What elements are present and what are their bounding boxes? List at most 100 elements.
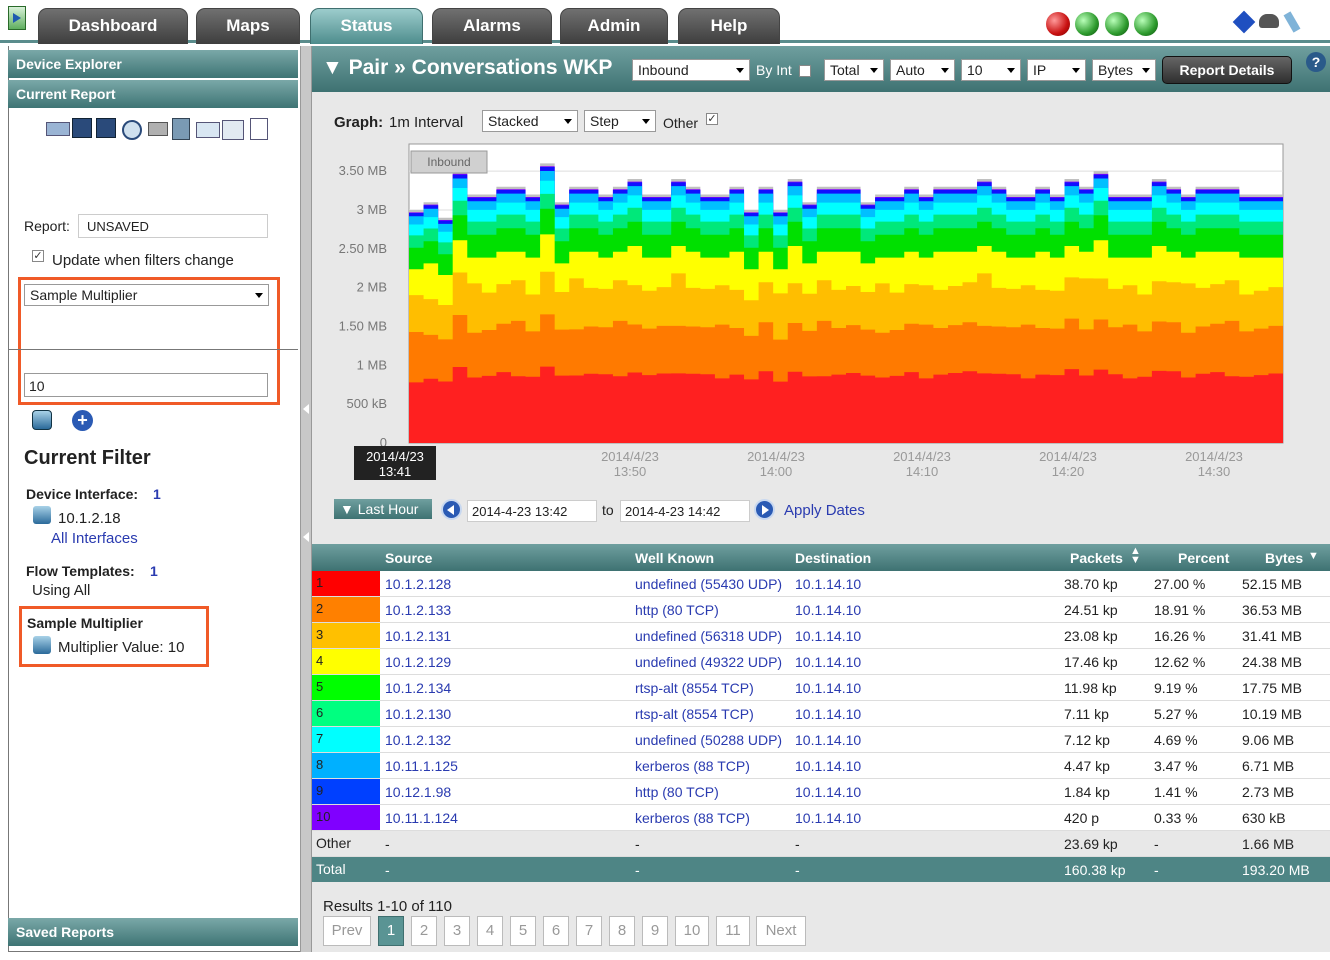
destination-cell[interactable]: 10.1.14.10 [795, 732, 861, 748]
delete-filter-icon[interactable] [32, 410, 52, 430]
page-button[interactable]: 6 [543, 916, 569, 946]
apply-dates-link[interactable]: Apply Dates [784, 502, 865, 519]
auto-select[interactable]: Auto [890, 59, 955, 81]
well-known-cell[interactable]: http (80 TCP) [635, 602, 719, 618]
source-cell[interactable]: 10.1.2.133 [385, 602, 451, 618]
table-row[interactable]: 2 10.1.2.133 http (80 TCP) 10.1.14.10 24.51 … [312, 597, 1330, 623]
well-known-cell[interactable]: kerberos (88 TCP) [635, 758, 750, 774]
destination-cell[interactable]: 10.1.14.10 [795, 706, 861, 722]
info-icon[interactable] [1232, 10, 1256, 34]
from-date-input[interactable]: 2014-4-23 13:42 [467, 500, 597, 522]
table-row[interactable]: 4 10.1.2.129 undefined (49322 UDP) 10.1.14.… [312, 649, 1330, 675]
tab-admin[interactable]: Admin [560, 8, 668, 44]
tab-maps[interactable]: Maps [196, 8, 300, 44]
table-row[interactable]: 3 10.1.2.131 undefined (56318 UDP) 10.1.14.… [312, 623, 1330, 649]
device-explorer-header[interactable]: Device Explorer [8, 50, 298, 78]
source-cell[interactable]: 10.1.2.129 [385, 654, 451, 670]
destination-cell[interactable]: 10.1.14.10 [795, 680, 861, 696]
count-select[interactable]: 10 [961, 59, 1021, 81]
multiplier-input[interactable]: 10 [24, 373, 268, 397]
sort-desc-icon[interactable]: ▼ [1308, 550, 1319, 562]
app-logo-icon[interactable] [8, 6, 26, 30]
status-light-green[interactable] [1105, 12, 1129, 36]
total-select[interactable]: Total [824, 59, 884, 81]
col-packets[interactable]: Packets [1070, 550, 1123, 566]
schedule-icon[interactable] [122, 120, 142, 140]
filter-type-select[interactable]: Sample Multiplier [24, 284, 269, 306]
status-light-green[interactable] [1075, 12, 1099, 36]
table-row[interactable]: 10 10.11.1.124 kerberos (88 TCP) 10.1.14.10… [312, 805, 1330, 831]
tab-help[interactable]: Help [678, 8, 780, 44]
last-hour-button[interactable]: ▼ Last Hour [334, 499, 432, 519]
current-report-header[interactable]: Current Report [8, 80, 298, 108]
well-known-cell[interactable]: rtsp-alt (8554 TCP) [635, 706, 754, 722]
col-well-known[interactable]: Well Known [635, 550, 714, 566]
flow-templates-count[interactable]: 1 [150, 563, 158, 579]
well-known-cell[interactable]: http (80 TCP) [635, 784, 719, 800]
col-percent[interactable]: Percent [1178, 550, 1229, 566]
page-button[interactable]: 2 [411, 916, 437, 946]
well-known-cell[interactable]: undefined (56318 UDP) [635, 628, 782, 644]
pdf-icon[interactable] [250, 118, 268, 140]
by-int-checkbox[interactable] [799, 65, 811, 77]
direction-select[interactable]: Inbound [632, 59, 750, 81]
source-cell[interactable]: 10.1.2.132 [385, 732, 451, 748]
panel-splitter[interactable] [300, 46, 312, 952]
destination-cell[interactable]: 10.1.14.10 [795, 654, 861, 670]
report-details-button[interactable]: Report Details [1162, 56, 1292, 84]
tools-icon[interactable] [1283, 11, 1301, 33]
total-row[interactable]: Total - - - 160.38 kp - 193.20 MB [312, 857, 1330, 883]
graph-style-select[interactable]: Step [584, 110, 656, 132]
page-button[interactable]: 1 [378, 916, 404, 946]
collapse-arrow-icon[interactable] [303, 404, 309, 414]
next-button[interactable]: Next [756, 916, 806, 946]
binoculars-icon[interactable] [1259, 14, 1279, 28]
destination-cell[interactable]: 10.1.14.10 [795, 628, 861, 644]
save-as-icon[interactable] [96, 118, 116, 138]
other-row[interactable]: Other - - - 23.69 kp - 1.66 MB [312, 831, 1330, 857]
prev-button[interactable]: Prev [323, 916, 371, 946]
col-bytes[interactable]: Bytes [1265, 550, 1303, 566]
table-row[interactable]: 6 10.1.2.130 rtsp-alt (8554 TCP) 10.1.14.10… [312, 701, 1330, 727]
col-source[interactable]: Source [385, 550, 432, 566]
next-range-icon[interactable] [754, 499, 775, 520]
well-known-cell[interactable]: undefined (55430 UDP) [635, 576, 782, 592]
page-button[interactable]: 7 [576, 916, 602, 946]
export-icon[interactable] [172, 118, 190, 140]
page-button[interactable]: 3 [444, 916, 470, 946]
page-button[interactable]: 4 [477, 916, 503, 946]
page-button[interactable]: 8 [609, 916, 635, 946]
saved-reports-header[interactable]: Saved Reports [8, 918, 298, 946]
col-destination[interactable]: Destination [795, 550, 871, 566]
bytes-select[interactable]: Bytes [1092, 59, 1156, 81]
page-button[interactable]: 10 [675, 916, 709, 946]
table-row[interactable]: 8 10.11.1.125 kerberos (88 TCP) 10.1.14.10 4… [312, 753, 1330, 779]
well-known-cell[interactable]: undefined (50288 UDP) [635, 732, 782, 748]
table-icon[interactable] [196, 122, 220, 138]
table-row[interactable]: 9 10.12.1.98 http (80 TCP) 10.1.14.10 1.84 k… [312, 779, 1330, 805]
collapse-arrow-icon[interactable] [303, 532, 309, 542]
page-button[interactable]: 9 [642, 916, 668, 946]
source-cell[interactable]: 10.1.2.130 [385, 706, 451, 722]
device-interface-count[interactable]: 1 [153, 486, 161, 502]
status-light-red[interactable] [1046, 12, 1070, 36]
source-cell[interactable]: 10.1.2.128 [385, 576, 451, 592]
table-row[interactable]: 5 10.1.2.134 rtsp-alt (8554 TCP) 10.1.14.10… [312, 675, 1330, 701]
destination-cell[interactable]: 10.1.14.10 [795, 602, 861, 618]
well-known-cell[interactable]: undefined (49322 UDP) [635, 654, 782, 670]
destination-cell[interactable]: 10.1.14.10 [795, 810, 861, 826]
to-date-input[interactable]: 2014-4-23 14:42 [620, 500, 750, 522]
email-icon[interactable] [46, 122, 70, 136]
help-icon[interactable]: ? [1306, 52, 1326, 72]
other-checkbox[interactable]: ✓ [706, 113, 718, 125]
source-cell[interactable]: 10.12.1.98 [385, 784, 451, 800]
destination-cell[interactable]: 10.1.14.10 [795, 758, 861, 774]
all-interfaces-link[interactable]: All Interfaces [51, 530, 138, 547]
source-cell[interactable]: 10.11.1.124 [385, 810, 458, 826]
source-cell[interactable]: 10.11.1.125 [385, 758, 458, 774]
graph-mode-select[interactable]: Stacked [482, 110, 578, 132]
prev-range-icon[interactable] [441, 499, 462, 520]
report-title[interactable]: ▼ Pair » Conversations WKP [322, 56, 612, 80]
tab-alarms[interactable]: Alarms [432, 8, 552, 44]
csv-icon[interactable] [222, 120, 244, 140]
